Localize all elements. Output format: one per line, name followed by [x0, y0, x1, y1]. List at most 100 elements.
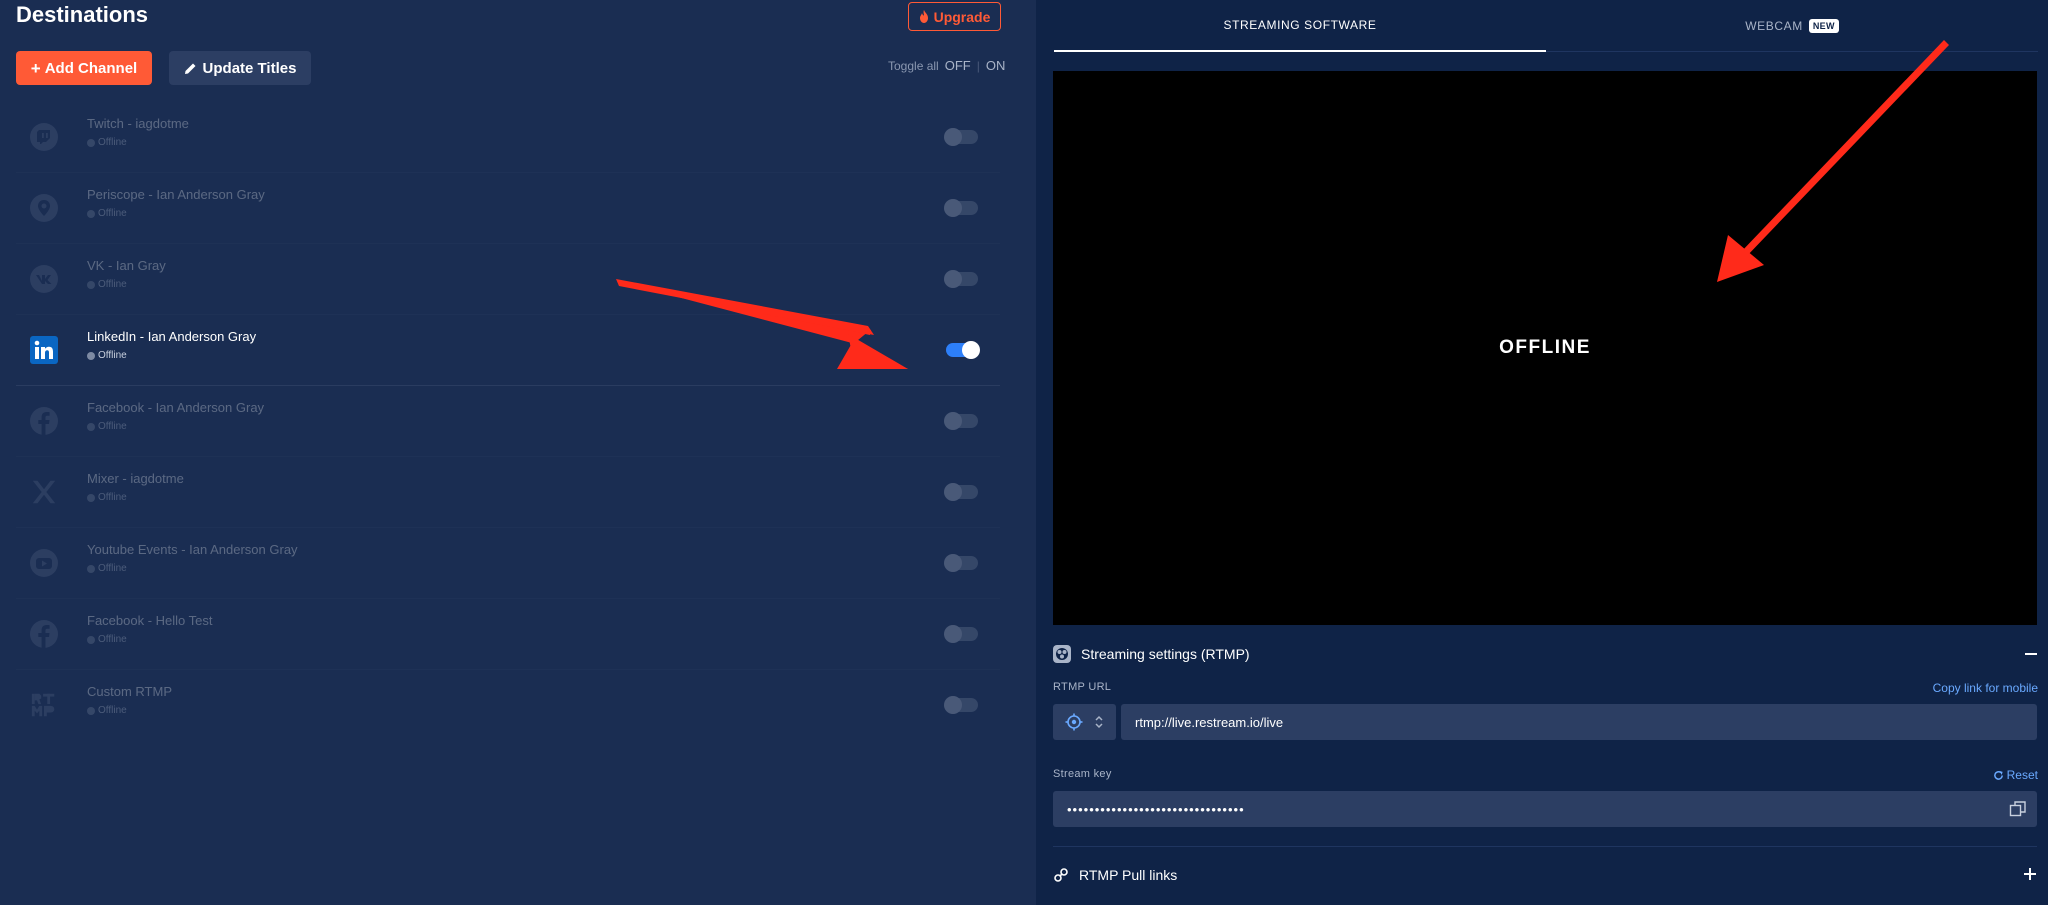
- channel-status: Offline: [87, 279, 127, 290]
- channel-status: Offline: [87, 350, 127, 361]
- toggle-all-off-button[interactable]: OFF: [945, 58, 971, 73]
- channel-row: Mixer - iagdotme Offline: [16, 457, 1000, 528]
- toggle-knob: [944, 128, 962, 146]
- channel-toggle[interactable]: [944, 412, 978, 430]
- channel-status: Offline: [87, 208, 127, 219]
- streaming-settings-title: Streaming settings (RTMP): [1081, 646, 1250, 662]
- status-dot-icon: [87, 209, 95, 218]
- copy-icon[interactable]: [2009, 800, 2027, 818]
- toggle-knob: [944, 270, 962, 288]
- toggle-knob: [944, 199, 962, 217]
- link-icon: [1054, 868, 1068, 882]
- toggle-all-on-button[interactable]: ON: [986, 58, 1006, 73]
- pencil-icon: [184, 63, 196, 74]
- destinations-panel: Destinations Upgrade + Add Channel Updat…: [0, 0, 1036, 905]
- crosshair-icon: [1065, 713, 1083, 731]
- custom-rtmp-icon: [30, 691, 58, 719]
- rtmp-url-label: RTMP URL: [1053, 681, 1112, 693]
- tab-webcam[interactable]: WEBCAM NEW: [1546, 0, 2038, 52]
- new-badge: NEW: [1808, 19, 1839, 33]
- stream-preview: OFFLINE: [1053, 71, 2037, 625]
- status-dot-icon: [87, 138, 95, 147]
- refresh-icon: [1993, 770, 2003, 780]
- upgrade-label: Upgrade: [933, 8, 991, 25]
- upgrade-button[interactable]: Upgrade: [908, 2, 1001, 31]
- page-title: Destinations: [16, 2, 149, 27]
- add-channel-button[interactable]: + Add Channel: [16, 51, 152, 85]
- collapse-icon[interactable]: [2025, 653, 2037, 655]
- toggle-knob: [944, 696, 962, 714]
- channel-name: Twitch - iagdotme: [87, 116, 189, 131]
- add-channel-label: Add Channel: [44, 59, 138, 77]
- channel-status: Offline: [87, 634, 127, 645]
- channel-name: Facebook - Ian Anderson Gray: [87, 400, 265, 415]
- toggle-knob: [944, 412, 962, 430]
- channel-row: VK - Ian Gray Offline: [16, 244, 1000, 315]
- toggle-all: Toggle all OFF | ON: [888, 58, 1005, 73]
- chevron-up-down-icon: [1095, 715, 1103, 729]
- toggle-knob: [962, 341, 980, 359]
- channel-toggle[interactable]: [944, 199, 978, 217]
- rtmp-url-input[interactable]: [1121, 704, 2037, 740]
- channel-status: Offline: [87, 421, 127, 432]
- flame-icon: [919, 10, 928, 23]
- youtube-icon: [30, 549, 58, 577]
- channel-status: Offline: [87, 705, 127, 716]
- vk-icon: [30, 265, 58, 293]
- toggle-knob: [944, 625, 962, 643]
- server-picker[interactable]: [1053, 704, 1116, 740]
- status-dot-icon: [87, 706, 95, 715]
- copy-link-for-mobile[interactable]: Copy link for mobile: [1933, 681, 2038, 695]
- channel-status: Offline: [87, 492, 127, 503]
- streaming-settings-header[interactable]: Streaming settings (RTMP): [1053, 643, 2037, 665]
- toggle-knob: [944, 483, 962, 501]
- reset-stream-key-button[interactable]: Reset: [1993, 768, 2038, 782]
- status-dot-icon: [87, 493, 95, 502]
- channel-row: Youtube Events - Ian Anderson Gray Offli…: [16, 528, 1000, 599]
- status-dot-icon: [87, 280, 95, 289]
- update-titles-button[interactable]: Update Titles: [169, 51, 311, 85]
- linkedin-icon: [30, 336, 58, 364]
- channel-status: Offline: [87, 563, 127, 574]
- channel-list: Twitch - iagdotme Offline Periscope - Ia…: [16, 102, 1000, 741]
- tab-label: WEBCAM: [1745, 19, 1803, 33]
- plus-icon: +: [30, 58, 41, 78]
- channel-row: Facebook - Hello Test Offline: [16, 599, 1000, 670]
- obs-icon: [1053, 645, 1071, 663]
- mixer-icon: [30, 478, 58, 506]
- update-titles-label: Update Titles: [202, 59, 297, 77]
- channel-name: LinkedIn - Ian Anderson Gray: [87, 329, 257, 344]
- channel-row: Twitch - iagdotme Offline: [16, 102, 1000, 173]
- rtmp-pull-links-title: RTMP Pull links: [1079, 867, 1178, 883]
- channel-toggle[interactable]: [946, 341, 980, 359]
- channel-name: VK - Ian Gray: [87, 258, 166, 273]
- toggle-knob: [944, 554, 962, 572]
- channel-row: Periscope - Ian Anderson Gray Offline: [16, 173, 1000, 244]
- toggle-all-separator: |: [976, 58, 980, 73]
- tab-streaming-software[interactable]: STREAMING SOFTWARE: [1054, 0, 1546, 52]
- toggle-all-label: Toggle all: [888, 58, 939, 73]
- channel-toggle[interactable]: [944, 554, 978, 572]
- facebook-icon: [30, 620, 58, 648]
- periscope-icon: [30, 194, 58, 222]
- channel-toggle[interactable]: [944, 696, 978, 714]
- channel-row: Custom RTMP Offline: [16, 670, 1000, 741]
- channel-name: Facebook - Hello Test: [87, 613, 213, 628]
- channel-toggle[interactable]: [944, 625, 978, 643]
- channel-toggle[interactable]: [944, 270, 978, 288]
- channel-toggle[interactable]: [944, 128, 978, 146]
- rtmp-pull-links-header[interactable]: RTMP Pull links: [1053, 864, 2037, 886]
- reset-label: Reset: [2006, 768, 2038, 782]
- twitch-icon: [30, 123, 58, 151]
- plus-icon[interactable]: [2023, 867, 2037, 881]
- channel-row: LinkedIn - Ian Anderson Gray Offline: [16, 315, 1000, 386]
- channel-status: Offline: [87, 137, 127, 148]
- channel-name: Periscope - Ian Anderson Gray: [87, 187, 265, 202]
- channel-toggle[interactable]: [944, 483, 978, 501]
- preview-status: OFFLINE: [1499, 337, 1591, 358]
- divider: [1053, 846, 2037, 847]
- channel-row: Facebook - Ian Anderson Gray Offline: [16, 386, 1000, 457]
- stream-key-label: Stream key: [1053, 768, 1112, 780]
- channel-name: Youtube Events - Ian Anderson Gray: [87, 542, 298, 557]
- stream-key-input[interactable]: [1053, 791, 2037, 827]
